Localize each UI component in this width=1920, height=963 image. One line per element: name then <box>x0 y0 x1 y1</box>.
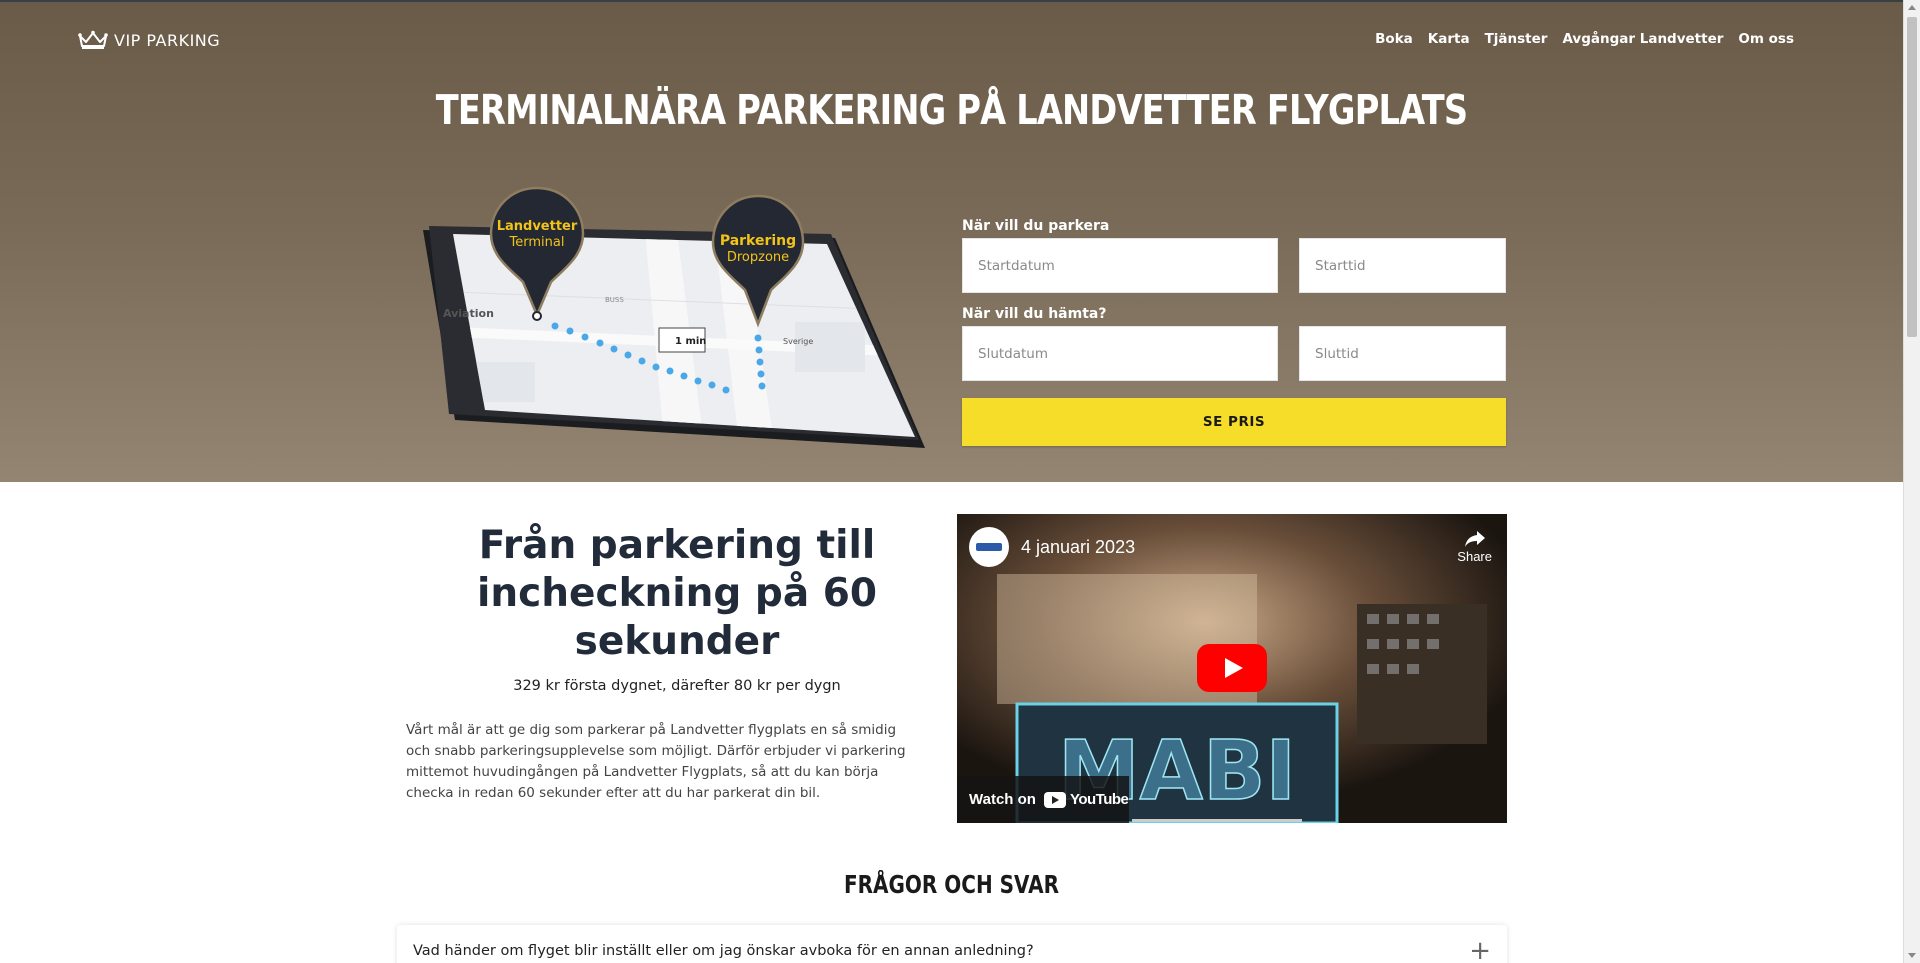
start-date-placeholder: Startdatum <box>978 257 1055 274</box>
watch-on-label: Watch on <box>969 791 1036 808</box>
start-row: Startdatum Starttid <box>962 238 1506 293</box>
svg-text:Landvetter: Landvetter <box>497 219 578 234</box>
booking-form: När vill du parkera Startdatum Starttid … <box>962 218 1506 446</box>
scrollbar-thumb[interactable] <box>1907 17 1917 337</box>
video-header: 4 januari 2023 <box>969 527 1135 567</box>
nav-item-avgangar[interactable]: Avgångar Landvetter <box>1562 31 1723 47</box>
logo-text: VIP PARKING <box>114 30 221 50</box>
start-time-field[interactable]: Starttid <box>1299 238 1506 293</box>
main-nav: Boka Karta Tjänster Avgångar Landvetter … <box>1375 31 1794 47</box>
price-text: 329 kr första dygnet, därefter 80 kr per… <box>513 678 841 694</box>
play-button[interactable] <box>1197 644 1267 692</box>
faq-item[interactable]: Vad händer om flyget blir inställt eller… <box>397 925 1507 963</box>
intro-description: Vårt mål är att ge dig som parkerar på L… <box>406 722 906 801</box>
youtube-label: YouTube <box>1069 791 1129 808</box>
pickup-label: När vill du hämta? <box>962 306 1107 322</box>
scroll-down-arrow-icon[interactable] <box>1908 953 1916 958</box>
nav-item-karta[interactable]: Karta <box>1428 31 1470 47</box>
svg-text:Aviation: Aviation <box>443 307 494 320</box>
channel-avatar[interactable] <box>969 527 1009 567</box>
svg-text:Parkering: Parkering <box>720 233 796 249</box>
faq-title: FRÅGOR OCH SVAR <box>843 870 1060 899</box>
intro-heading: Från parkering till incheckning på 60 se… <box>477 523 877 664</box>
share-icon <box>1464 531 1485 547</box>
video-title[interactable]: 4 januari 2023 <box>1021 537 1135 558</box>
end-date-field[interactable]: Slutdatum <box>962 326 1278 381</box>
page-scrollbar[interactable] <box>1903 0 1920 963</box>
watch-on-youtube-button[interactable]: Watch on YouTube <box>957 776 1129 823</box>
park-label: När vill du parkera <box>962 218 1110 234</box>
tablet-map-illustration: 1 min Aviation Sverige BUSS Landvetter T… <box>415 182 935 462</box>
end-row: Slutdatum Sluttid <box>962 326 1506 381</box>
youtube-icon <box>1043 791 1066 808</box>
youtube-logo: YouTube <box>1043 791 1129 808</box>
nav-item-om-oss[interactable]: Om oss <box>1738 31 1794 47</box>
svg-text:1 min: 1 min <box>675 336 706 347</box>
start-time-placeholder: Starttid <box>1315 257 1366 274</box>
page: VIP PARKING Boka Karta Tjänster Avgångar… <box>0 0 1903 963</box>
youtube-video-embed[interactable]: MABI 4 januari 2023 Share Watch on YouTu… <box>957 514 1507 823</box>
se-pris-button[interactable]: SE PRIS <box>962 398 1506 446</box>
crown-icon <box>78 30 108 49</box>
end-date-placeholder: Slutdatum <box>978 345 1049 362</box>
svg-text:Dropzone: Dropzone <box>727 250 789 265</box>
hero-section: VIP PARKING Boka Karta Tjänster Avgångar… <box>0 2 1903 482</box>
svg-text:Sverige: Sverige <box>783 337 813 346</box>
scroll-up-arrow-icon[interactable] <box>1908 5 1916 10</box>
nav-item-tjanster[interactable]: Tjänster <box>1485 31 1548 47</box>
share-label: Share <box>1457 549 1492 564</box>
hero-title: TERMINALNÄRA PARKERING PÅ LANDVETTER FLY… <box>435 86 1468 134</box>
svg-text:Terminal: Terminal <box>509 235 565 250</box>
start-date-field[interactable]: Startdatum <box>962 238 1278 293</box>
svg-text:BUSS: BUSS <box>605 296 624 304</box>
end-time-placeholder: Sluttid <box>1315 345 1359 362</box>
share-button[interactable]: Share <box>1457 529 1492 564</box>
end-time-field[interactable]: Sluttid <box>1299 326 1506 381</box>
faq-question: Vad händer om flyget blir inställt eller… <box>413 943 1034 959</box>
plus-icon[interactable]: + <box>1469 938 1491 963</box>
site-logo[interactable]: VIP PARKING <box>78 30 220 50</box>
nav-item-boka[interactable]: Boka <box>1375 31 1413 47</box>
tablet-map-image: 1 min Aviation Sverige BUSS Landvetter T… <box>423 186 925 448</box>
